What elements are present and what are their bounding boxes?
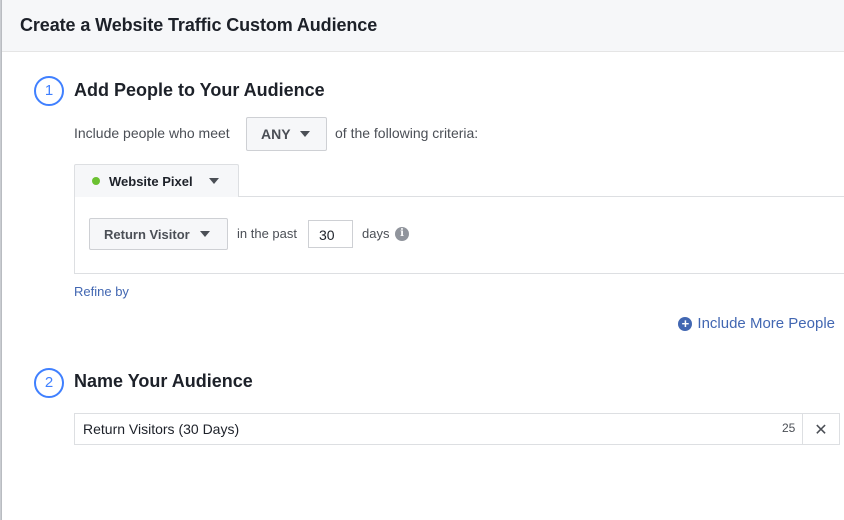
step-1-badge: 1 bbox=[34, 76, 64, 106]
step-1-title: Add People to Your Audience bbox=[74, 80, 325, 100]
info-icon[interactable]: i bbox=[395, 227, 409, 241]
chevron-down-icon bbox=[208, 178, 219, 184]
include-more-label: Include More People bbox=[697, 315, 835, 332]
close-icon: ✕ bbox=[814, 422, 828, 439]
step-2-badge: 2 bbox=[34, 368, 64, 398]
days-input[interactable]: 30 bbox=[308, 220, 353, 248]
plus-circle-icon: + bbox=[678, 316, 693, 331]
audience-name-input[interactable]: Return Visitors (30 Days) bbox=[74, 413, 803, 445]
modal-title: Create a Website Traffic Custom Audience bbox=[20, 15, 378, 35]
pixel-status-dot-icon bbox=[92, 177, 100, 185]
return-visitor-dropdown[interactable]: Return Visitor bbox=[89, 218, 228, 250]
step-2-title: Name Your Audience bbox=[74, 371, 253, 391]
include-more-people-button[interactable]: + Include More People bbox=[678, 315, 835, 332]
in-the-past-label: in the past bbox=[237, 226, 297, 241]
custom-audience-modal: Create a Website Traffic Custom Audience… bbox=[1, 0, 844, 520]
criteria-prefix: Include people who meet bbox=[74, 125, 230, 141]
website-pixel-tab[interactable]: Website Pixel bbox=[74, 164, 239, 197]
modal-header: Create a Website Traffic Custom Audience bbox=[2, 0, 844, 52]
return-visitor-label: Return Visitor bbox=[104, 226, 190, 242]
chevron-down-icon bbox=[199, 231, 210, 237]
website-pixel-label: Website Pixel bbox=[109, 173, 193, 189]
match-any-dropdown[interactable]: ANY bbox=[246, 117, 327, 151]
criteria-suffix: of the following criteria: bbox=[335, 125, 479, 141]
chevron-down-icon bbox=[299, 131, 310, 137]
refine-by-link[interactable]: Refine by bbox=[74, 284, 129, 299]
match-any-label: ANY bbox=[261, 126, 291, 142]
clear-name-button[interactable]: ✕ bbox=[802, 413, 840, 445]
days-label: days bbox=[362, 226, 390, 241]
char-count: 25 bbox=[782, 421, 796, 435]
